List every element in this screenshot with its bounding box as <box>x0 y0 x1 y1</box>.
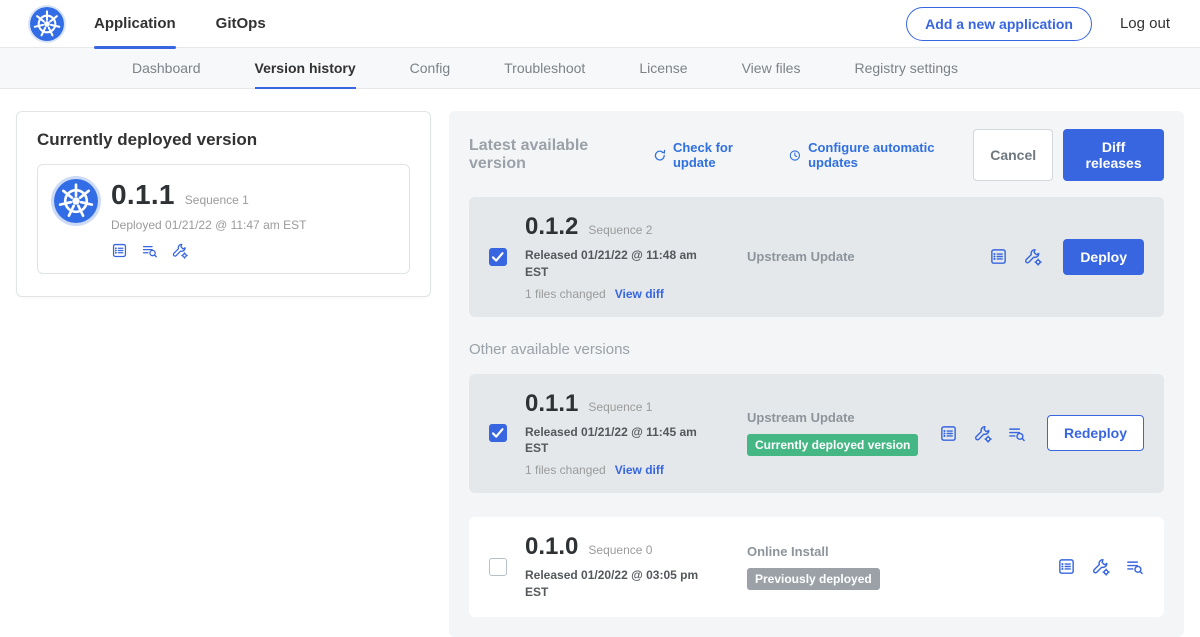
check-for-update-label: Check for update <box>673 140 770 170</box>
view-diff-link[interactable]: View diff <box>615 463 664 477</box>
subnav-item-registry-settings[interactable]: Registry settings <box>854 48 957 88</box>
source-label: Upstream Update <box>747 410 939 425</box>
version-number: 0.1.0 <box>525 533 578 561</box>
version-row: 0.1.1 Sequence 1 Released 01/21/22 @ 11:… <box>469 374 1164 494</box>
deployed-card-title: Currently deployed version <box>37 130 410 150</box>
source-label: Online Install <box>747 544 1057 559</box>
released-timestamp: Released 01/21/22 @ 11:45 am EST <box>525 424 715 458</box>
app-subnav: Dashboard Version history Config Trouble… <box>0 48 1200 89</box>
release-notes-icon[interactable] <box>939 424 958 443</box>
deployed-sequence-label: Sequence 1 <box>185 193 249 207</box>
version-row-main: 0.1.1 Sequence 1 Released 01/21/22 @ 11:… <box>525 390 733 478</box>
app-root: Application GitOps Add a new application… <box>0 0 1200 637</box>
deployed-version-info: 0.1.1 Sequence 1 Deployed 01/21/22 @ 11:… <box>111 179 306 259</box>
release-notes-icon[interactable] <box>989 247 1008 266</box>
config-wrench-icon[interactable] <box>1091 557 1110 576</box>
deployed-action-icons <box>111 242 306 259</box>
deployed-timestamp: Deployed 01/21/22 @ 11:47 am EST <box>111 218 306 232</box>
refresh-icon <box>653 148 667 163</box>
other-versions-label: Other available versions <box>469 341 1164 358</box>
main-content: Currently deployed version 0.1.1 Sequenc… <box>0 89 1200 637</box>
source-label: Upstream Update <box>747 249 989 264</box>
version-row: 0.1.0 Sequence 0 Released 01/20/22 @ 03:… <box>469 517 1164 617</box>
configure-automatic-updates-label: Configure automatic updates <box>808 140 973 170</box>
sequence-label: Sequence 1 <box>588 400 652 414</box>
version-history-panel: Latest available version Check for updat… <box>449 111 1184 637</box>
top-navbar: Application GitOps Add a new application… <box>0 0 1200 48</box>
version-row-actions: Redeploy <box>939 415 1144 451</box>
navbar-right: Add a new application Log out <box>906 7 1170 41</box>
version-source: Online Install Previously deployed <box>747 544 1057 590</box>
checkmark-icon <box>489 248 507 266</box>
view-diff-link[interactable]: View diff <box>615 287 664 301</box>
version-source: Upstream Update <box>747 249 989 264</box>
sequence-label: Sequence 2 <box>588 223 652 237</box>
version-source: Upstream Update Currently deployed versi… <box>747 410 939 456</box>
clock-icon <box>788 148 802 163</box>
currently-deployed-card: Currently deployed version 0.1.1 Sequenc… <box>16 111 431 297</box>
version-number: 0.1.1 <box>525 390 578 418</box>
sequence-label: Sequence 0 <box>588 543 652 557</box>
subnav-item-license[interactable]: License <box>639 48 687 88</box>
subnav-item-dashboard[interactable]: Dashboard <box>132 48 201 88</box>
kubernetes-logo-icon <box>30 7 64 41</box>
primary-tabs: Application GitOps <box>94 0 306 48</box>
currently-deployed-badge: Currently deployed version <box>747 434 918 456</box>
checkmark-icon <box>489 424 507 442</box>
deploy-button[interactable]: Deploy <box>1063 239 1144 275</box>
version-checkbox[interactable] <box>489 248 507 266</box>
subnav-item-version-history[interactable]: Version history <box>255 48 356 88</box>
version-number: 0.1.2 <box>525 213 578 241</box>
cancel-button[interactable]: Cancel <box>973 129 1053 181</box>
diff-releases-button[interactable]: Diff releases <box>1063 129 1164 181</box>
version-row-main: 0.1.2 Sequence 2 Released 01/21/22 @ 11:… <box>525 213 733 301</box>
release-notes-icon[interactable] <box>111 242 128 259</box>
check-for-update-link[interactable]: Check for update <box>653 140 770 170</box>
version-checkbox[interactable] <box>489 558 507 576</box>
version-checkbox[interactable] <box>489 424 507 442</box>
redeploy-button[interactable]: Redeploy <box>1047 415 1144 451</box>
released-timestamp: Released 01/21/22 @ 11:48 am EST <box>525 247 715 281</box>
config-wrench-icon[interactable] <box>973 424 992 443</box>
subnav-item-view-files[interactable]: View files <box>742 48 801 88</box>
config-wrench-icon[interactable] <box>171 242 188 259</box>
files-changed-label: 1 files changed <box>525 287 606 301</box>
previously-deployed-badge: Previously deployed <box>747 568 880 590</box>
version-row-main: 0.1.0 Sequence 0 Released 01/20/22 @ 03:… <box>525 533 733 601</box>
app-icon <box>54 179 98 223</box>
tab-application[interactable]: Application <box>94 0 176 48</box>
logs-icon[interactable] <box>141 242 158 259</box>
files-changed-label: 1 files changed <box>525 463 606 477</box>
version-row: 0.1.2 Sequence 2 Released 01/21/22 @ 11:… <box>469 197 1164 317</box>
configure-automatic-updates-link[interactable]: Configure automatic updates <box>788 140 973 170</box>
deployed-version-box: 0.1.1 Sequence 1 Deployed 01/21/22 @ 11:… <box>37 164 410 274</box>
config-wrench-icon[interactable] <box>1023 247 1042 266</box>
panel-header-actions: Cancel Diff releases <box>973 129 1164 181</box>
subnav-item-troubleshoot[interactable]: Troubleshoot <box>504 48 585 88</box>
version-row-actions <box>1057 557 1144 576</box>
latest-version-title: Latest available version <box>469 137 635 173</box>
logs-icon[interactable] <box>1007 424 1026 443</box>
released-timestamp: Released 01/20/22 @ 03:05 pm EST <box>525 567 715 601</box>
deployed-version-number: 0.1.1 <box>111 179 175 211</box>
tab-gitops[interactable]: GitOps <box>216 0 266 48</box>
add-new-application-button[interactable]: Add a new application <box>906 7 1092 41</box>
logs-icon[interactable] <box>1125 557 1144 576</box>
logout-link[interactable]: Log out <box>1120 15 1170 32</box>
subnav-item-config[interactable]: Config <box>410 48 450 88</box>
release-notes-icon[interactable] <box>1057 557 1076 576</box>
panel-header: Latest available version Check for updat… <box>469 129 1164 181</box>
version-row-actions: Deploy <box>989 239 1144 275</box>
